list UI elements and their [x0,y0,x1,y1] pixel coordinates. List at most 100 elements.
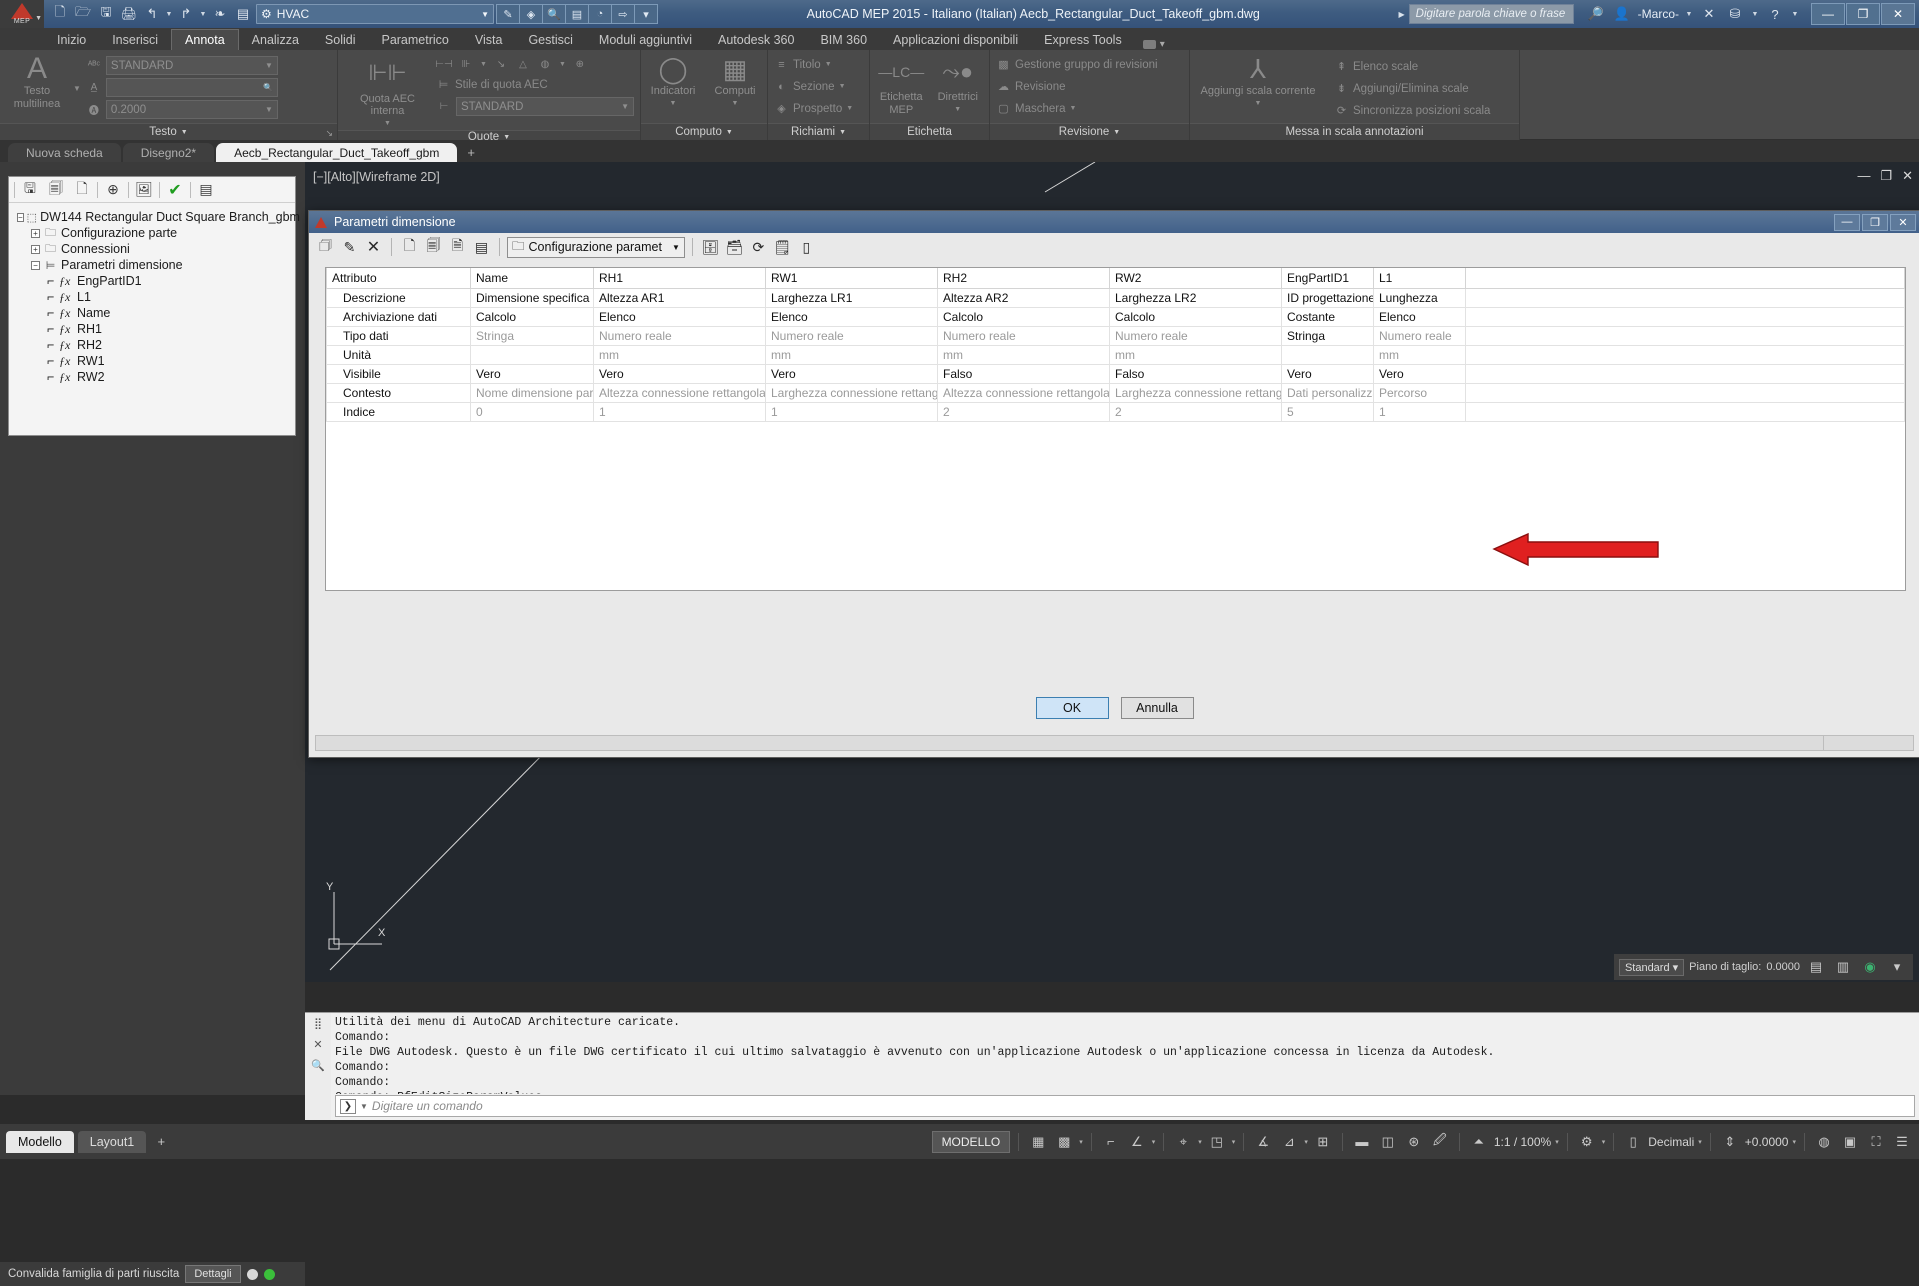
annotation-visibility-icon[interactable]: ⏶ [1468,1131,1490,1153]
table-cell[interactable]: Nome dimensione parte [471,384,594,403]
text-height-field[interactable]: 🔍 [106,78,278,97]
ribbon-tab-bim-360[interactable]: BIM 360 [807,29,880,50]
row-attribute-cell[interactable]: Visibile [327,365,471,384]
paste-icon[interactable]: 🗐 [423,237,444,258]
table-row[interactable]: Archiviazione datiCalcoloElencoElencoCal… [327,308,1905,327]
copy-icon[interactable]: 🗋 [399,237,420,258]
elenco-scale-button[interactable]: ⇞ Elenco scale [1334,56,1490,77]
table-cell[interactable]: Altezza AR1 [594,289,766,308]
publish-icon[interactable]: ⇨ [611,4,635,24]
annotation-monitor-icon[interactable]: 🖉 [1429,1131,1451,1153]
sezione-button[interactable]: ◐ Sezione ▼ [774,76,846,97]
display-config-icon[interactable]: ◉ [1859,956,1881,978]
command-input-row[interactable]: ❯ ▼ Digitare un comando [335,1095,1915,1117]
dimension-style-icon[interactable]: ◍ [537,56,553,72]
table-cell[interactable]: Numero reale [594,327,766,346]
continuous-dimension-icon[interactable]: ⊪ [458,56,474,72]
binoculars-icon[interactable]: 🔎 [1586,4,1606,24]
scale-chevron-icon[interactable]: ▾ [1555,1138,1559,1146]
table-cell[interactable]: Larghezza connessione rettangolare [1110,384,1282,403]
table-cell[interactable]: Falso [1110,365,1282,384]
table-cell[interactable] [1466,384,1905,403]
render-icon[interactable]: ◔ [588,4,612,24]
table-row[interactable]: Indice0112251 [327,403,1905,422]
workspace-switch-icon[interactable]: ⚙ [1576,1131,1598,1153]
snap-chevron-icon[interactable]: ▾ [1079,1138,1083,1146]
chevron-down-icon[interactable]: ▼ [265,61,273,70]
tree-expander-icon[interactable]: + [31,229,40,238]
minimize-button[interactable]: — [1811,3,1845,25]
table-cell[interactable]: Vero [471,365,594,384]
table-cell[interactable]: Numero reale [1110,327,1282,346]
restore-drawing-button[interactable]: ❐ [1880,168,1892,184]
clean-screen-icon[interactable]: ⛶ [1865,1131,1887,1153]
ducs-icon[interactable]: ⊿ [1278,1131,1300,1153]
ribbon-tab-annota[interactable]: Annota [171,29,239,50]
aggiungi-scala-corrente-button[interactable]: ⅄ Aggiungi scala corrente ▼ [1196,54,1320,110]
a360-chevron-icon[interactable]: ▼ [1751,11,1759,18]
table-cell[interactable]: Numero reale [938,327,1110,346]
ortho-icon[interactable]: ⌐ [1100,1131,1122,1153]
chevron-down-icon[interactable]: ▼ [672,243,680,252]
drag-handle-icon[interactable]: ⣿ [314,1017,322,1030]
calculate-icon[interactable]: 🗄 [700,237,721,258]
parameter-configuration-combo[interactable]: 🗀 Configurazione paramet ▼ [507,237,685,258]
computi-button[interactable]: ▦ Computi ▼ [709,54,761,110]
column-header-rw2[interactable]: RW2 [1110,268,1282,289]
table-cell[interactable]: Larghezza LR2 [1110,289,1282,308]
table-cell[interactable]: Costante [1282,308,1374,327]
table-cell[interactable]: Elenco [594,308,766,327]
table-cell[interactable]: Calcolo [938,308,1110,327]
ribbon-tab-moduli-aggiuntivi[interactable]: Moduli aggiuntivi [586,29,705,50]
validate-icon[interactable]: ✔ [164,180,186,200]
sheet-set-icon[interactable]: ❧ [210,4,230,24]
image-icon[interactable]: 🖼 [133,180,155,200]
table-row[interactable]: DescrizioneDimensione specificaAltezza A… [327,289,1905,308]
chevron-down-icon[interactable]: ▼ [559,61,566,68]
properties-icon[interactable]: ▤ [565,4,589,24]
ribbon-tab-inizio[interactable]: Inizio [44,29,99,50]
file-tab-nuova-scheda[interactable]: Nuova scheda [8,143,121,162]
chevron-down-icon[interactable]: ▼ [73,84,81,93]
elevation-value[interactable]: +0.0000 [1745,1135,1789,1149]
autodesk-360-icon[interactable]: ⛁ [1725,4,1745,24]
tree-expander-icon[interactable]: − [17,213,24,222]
undo-dropdown-icon[interactable]: ▼ [165,11,173,18]
chevron-down-icon[interactable]: ▼ [480,61,487,68]
gestione-gruppo-revisioni-button[interactable]: ▩ Gestione gruppo di revisioni [996,54,1158,75]
cut-plane-toggle-icon[interactable]: ▤ [1805,956,1827,978]
table-icon[interactable]: ▤ [471,237,492,258]
edit-layer-icon[interactable]: ✎ [496,4,520,24]
table-cell[interactable] [1466,346,1905,365]
zoom-icon[interactable]: 🔍 [542,4,566,24]
ok-button[interactable]: OK [1036,697,1109,719]
refresh-icon[interactable]: ⟳ [748,237,769,258]
workspace-chevron-icon[interactable]: ▾ [1602,1138,1606,1146]
column-header-name[interactable]: Name [471,268,594,289]
viewport-menu-icon[interactable]: ▾ [1886,956,1908,978]
chevron-down-icon[interactable]: ▼ [839,83,846,90]
lineweight-icon[interactable]: ▬ [1351,1131,1373,1153]
table-cell[interactable] [471,346,594,365]
close-icon[interactable]: ✕ [313,1038,322,1051]
tree-item-name[interactable]: ⌐ ƒx Name [13,305,291,321]
add-row-icon[interactable]: 🗇 [315,237,336,258]
column-header-rh1[interactable]: RH1 [594,268,766,289]
maschera-button[interactable]: ▢ Maschera ▼ [996,98,1076,119]
edit-row-icon[interactable]: ✎ [339,237,360,258]
panel-title-revisione[interactable]: Revisione ▼ [990,123,1189,140]
direttrici-button[interactable]: ⤳● Direttrici ▼ [933,54,984,116]
chevron-down-icon[interactable]: ▼ [726,129,733,136]
add-file-tab-button[interactable]: + [459,145,483,162]
table-cell[interactable]: Vero [594,365,766,384]
panel-title-richiami[interactable]: Richiami ▼ [768,123,869,140]
new-part-icon[interactable]: ⊕ [102,180,124,200]
command-history[interactable]: Utilità dei menu di AutoCAD Architecture… [331,1013,1919,1094]
aec-internal-dimension-button[interactable]: ⊩⊩ Quota AEC interna ▼ [344,54,431,130]
table-cell[interactable]: 1 [594,403,766,422]
column-header-attributo[interactable]: Attributo [327,268,471,289]
transparency-icon[interactable]: ◫ [1377,1131,1399,1153]
panel-dialog-launcher-icon[interactable]: ↘ [325,128,333,139]
hardware-accel-icon[interactable]: ▣ [1839,1131,1861,1153]
exchange-icon[interactable]: ✕ [1699,4,1719,24]
